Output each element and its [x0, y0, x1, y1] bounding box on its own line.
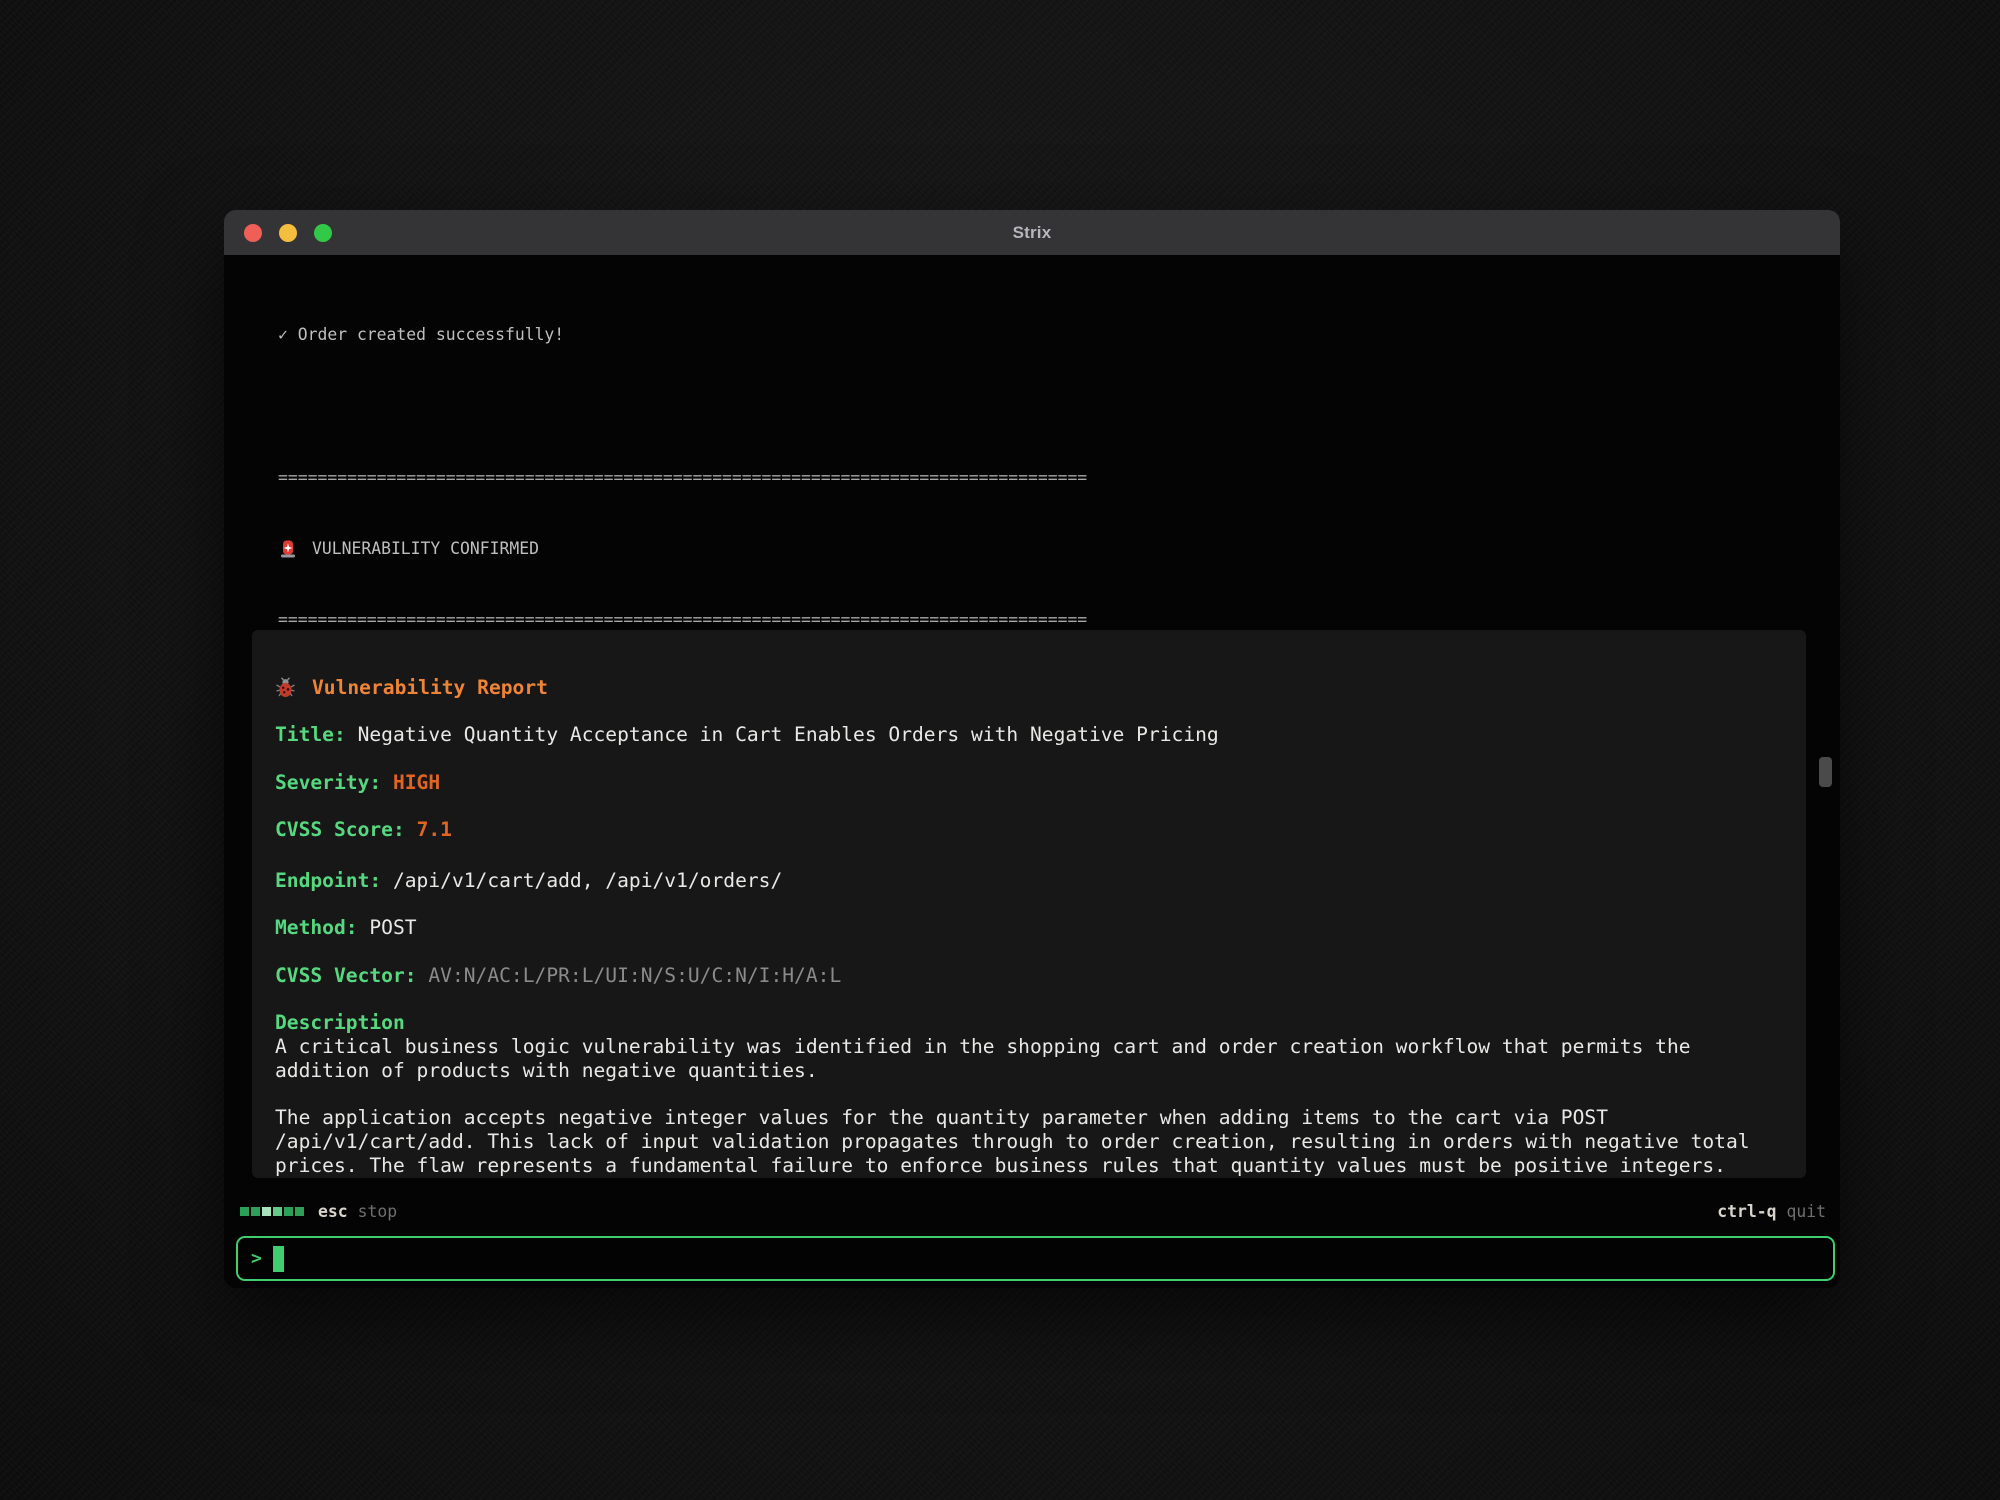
spinner-square — [262, 1207, 271, 1216]
status-bar: esc stop ctrl-q quit — [240, 1199, 1826, 1223]
titlebar: Strix — [224, 210, 1840, 255]
window-title: Strix — [224, 210, 1840, 255]
bug-icon — [275, 677, 296, 698]
cvss-vector-value: AV:N/AC:L/PR:L/UI:N/S:U/C:N/I:H/A:L — [428, 964, 841, 988]
cvss-score-value: 7.1 — [417, 818, 452, 842]
esc-action-label: stop — [358, 1202, 397, 1221]
report-field-endpoint: Endpoint: /api/v1/cart/add, /api/v1/orde… — [275, 869, 1806, 893]
spinner-square — [251, 1207, 260, 1216]
description-text: addition of products with negative quant… — [275, 1059, 1806, 1083]
report-header-label: Vulnerability Report — [312, 676, 548, 700]
report-field-severity: Severity: HIGH — [275, 771, 1806, 795]
prompt-icon: > — [251, 1248, 262, 1269]
description-text: /api/v1/cart/add. This lack of input val… — [275, 1130, 1806, 1154]
spinner — [240, 1207, 304, 1216]
report-field-method: Method: POST — [275, 916, 1806, 940]
terminal-output: ✓ Order created successfully! ==========… — [224, 255, 1840, 1288]
esc-key-hint: esc — [318, 1202, 348, 1221]
description-text: prices. The flaw represents a fundamenta… — [275, 1154, 1806, 1178]
separator-line: ========================================… — [278, 608, 1087, 632]
title-value: Negative Quantity Acceptance in Cart Ena… — [358, 723, 1219, 747]
severity-value: HIGH — [393, 771, 440, 795]
quit-action-label: quit — [1787, 1202, 1826, 1221]
vulnerability-report-panel: Vulnerability Report Title: Negative Qua… — [252, 630, 1806, 1178]
report-header: Vulnerability Report — [275, 676, 1806, 700]
log-order-success: ✓ Order created successfully! — [278, 323, 1087, 347]
spinner-square — [240, 1207, 249, 1216]
report-field-cvss-vector: CVSS Vector: AV:N/AC:L/PR:L/UI:N/S:U/C:N… — [275, 964, 1806, 988]
scrollbar-thumb[interactable] — [1819, 757, 1832, 787]
method-value: POST — [369, 916, 416, 940]
command-input[interactable]: > — [236, 1236, 1835, 1281]
description-heading: Description — [275, 1011, 1806, 1035]
text-cursor — [273, 1246, 284, 1272]
description-text: A critical business logic vulnerability … — [275, 1035, 1806, 1059]
spinner-square — [295, 1207, 304, 1216]
separator-line: ========================================… — [278, 466, 1087, 490]
endpoint-value: /api/v1/cart/add, /api/v1/orders/ — [393, 869, 782, 893]
spinner-square — [273, 1207, 282, 1216]
banner-title: VULNERABILITY CONFIRMED — [312, 537, 539, 561]
quit-key-hint: ctrl-q — [1717, 1202, 1776, 1221]
vulnerability-confirmed-banner: VULNERABILITY CONFIRMED — [278, 537, 1087, 561]
app-window: Strix ✓ Order created successfully! ====… — [224, 210, 1840, 1288]
report-field-title: Title: Negative Quantity Acceptance in C… — [275, 723, 1806, 747]
spinner-square — [284, 1207, 293, 1216]
report-field-cvss-score: CVSS Score: 7.1 — [275, 818, 1806, 842]
description-text: The application accepts negative integer… — [275, 1106, 1806, 1130]
siren-icon — [278, 539, 298, 559]
